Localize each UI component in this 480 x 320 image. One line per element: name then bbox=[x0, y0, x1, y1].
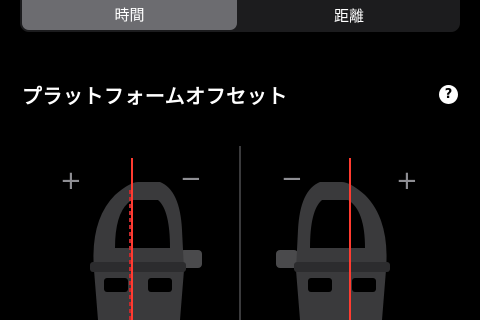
left-pedal-bar bbox=[90, 262, 186, 272]
left-pedal-illustration bbox=[90, 158, 202, 320]
right-pedal-bar bbox=[294, 262, 390, 272]
tab-distance[interactable]: 距離 bbox=[240, 0, 458, 32]
left-pedal-slot bbox=[148, 278, 172, 292]
time-distance-segmented-control: 時間 距離 bbox=[20, 0, 460, 32]
pedal-divider bbox=[239, 146, 241, 320]
right-pedal-illustration bbox=[276, 158, 390, 320]
right-pedal-slot bbox=[352, 278, 376, 292]
section-title: プラットフォームオフセット bbox=[22, 84, 288, 108]
right-pedal-slot bbox=[308, 278, 332, 292]
tab-time[interactable]: 時間 bbox=[22, 0, 237, 30]
left-pedal-slot bbox=[104, 278, 128, 292]
question-mark-icon[interactable]: ? bbox=[439, 85, 458, 104]
